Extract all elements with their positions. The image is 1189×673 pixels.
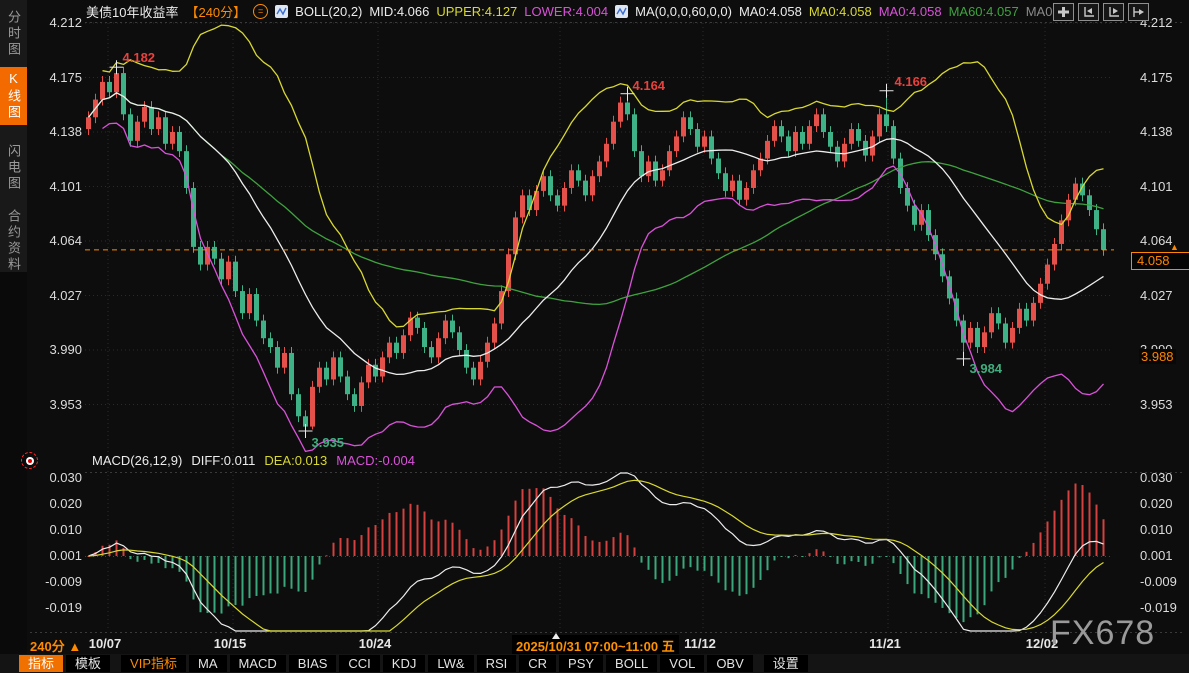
price-tick-right: 4.175	[1140, 70, 1189, 86]
time-tick: 11/21	[869, 636, 901, 651]
toolbar-button-boll[interactable]: BOLL	[606, 655, 657, 672]
toolbar-button-cci[interactable]: CCI	[339, 655, 379, 672]
boll-lower-value: LOWER:4.004	[524, 4, 608, 19]
price-tick-left: 3.953	[32, 397, 82, 413]
ma0-magenta-value: MA0:4.058	[879, 4, 942, 19]
page-title: 美债10年收益率	[86, 2, 178, 21]
price-tick-left: 4.064	[32, 233, 82, 249]
ma0-white-value: MA0:4.058	[739, 4, 802, 19]
toolbar-button-obv[interactable]: OBV	[707, 655, 752, 672]
sidebar-tab-contract-info[interactable]: 合约资料	[0, 203, 27, 279]
price-tick-right: 4.138	[1140, 124, 1189, 140]
time-tick: 10/24	[359, 636, 392, 651]
time-tick: 10/07	[89, 636, 122, 651]
toolbar-button-ma[interactable]: MA	[189, 655, 227, 672]
current-price-arrow-icon: ▲	[1170, 242, 1179, 252]
macd-tick-right: 0.001	[1140, 548, 1189, 564]
macd-params-label: MACD(26,12,9)	[92, 453, 182, 468]
macd-tick-left: 0.010	[32, 522, 82, 538]
time-axis: 240分 ▲ 2025/10/31 07:00~11:00 五 10/07 10/…	[0, 633, 1189, 654]
selected-bar-marker-icon	[552, 633, 560, 639]
price-annotation-high: 4.164	[633, 78, 666, 93]
price-tick-right: 3.953	[1140, 397, 1189, 413]
secondary-price-label: 3.988	[1139, 349, 1176, 364]
macd-tick-left: -0.019	[32, 600, 82, 616]
toolbar-button-templates[interactable]: 模板	[66, 655, 110, 672]
compress-left-icon[interactable]	[1078, 3, 1099, 21]
price-tick-right: 4.064	[1140, 233, 1189, 249]
chart-app: 分时图 K线图闪电图合约资料 美债10年收益率 【240分】 = BOLL(20,…	[0, 0, 1189, 673]
toolbar-button-kdj[interactable]: KDJ	[383, 655, 426, 672]
chart-nav-icons	[1053, 3, 1149, 21]
pan-right-icon[interactable]	[1128, 3, 1149, 21]
watermark: FX678	[1050, 614, 1155, 653]
price-annotation-high: 4.182	[123, 50, 156, 65]
toolbar-button-bias[interactable]: BIAS	[289, 655, 337, 672]
price-tick-right: 4.027	[1140, 288, 1189, 304]
sidebar-tab-lightning-chart[interactable]: 闪电图	[0, 139, 27, 197]
toolbar-button-vip-indicators[interactable]: VIP指标	[121, 655, 186, 672]
macd-tick-left: 0.030	[32, 470, 82, 486]
sidebar: 分时图 K线图闪电图合约资料	[0, 0, 27, 654]
ma-params-label: MA(0,0,0,60,0,0)	[635, 4, 732, 19]
macd-tick-right: 0.010	[1140, 522, 1189, 538]
price-tick-left: 3.990	[32, 342, 82, 358]
macd-tick-left: 0.020	[32, 496, 82, 512]
price-tick-left: 4.138	[32, 124, 82, 140]
sidebar-tab-time-chart[interactable]: 分时图	[0, 5, 27, 63]
price-tick-left: 4.027	[32, 288, 82, 304]
sidebar-tab-k-line-chart[interactable]: K线图	[0, 67, 27, 125]
chart-canvas[interactable]	[0, 0, 1189, 673]
ma0-yellow-value: MA0:4.058	[809, 4, 872, 19]
chart-header: 美债10年收益率 【240分】 = BOLL(20,2) MID:4.066 U…	[86, 2, 1056, 20]
time-tick: 10/15	[214, 636, 247, 651]
price-tick-right: 4.101	[1140, 179, 1189, 195]
indicator-toolbar: 指标模板 VIP指标MAMACDBIASCCIKDJLW&RSICRPSYBOLL…	[0, 654, 1189, 673]
macd-macd-value: MACD:-0.004	[336, 453, 415, 468]
price-tick-left: 4.175	[32, 70, 82, 86]
crosshair-icon[interactable]	[1053, 3, 1074, 21]
boll-label: BOLL(20,2)	[295, 4, 362, 19]
period-label[interactable]: 【240分】	[185, 2, 246, 21]
toolbar-button-vol[interactable]: VOL	[660, 655, 704, 672]
time-axis-period-label[interactable]: 240分 ▲	[30, 636, 81, 655]
compress-right-icon[interactable]	[1103, 3, 1124, 21]
macd-diff-value: DIFF:0.011	[191, 453, 255, 468]
toolbar-button-psy[interactable]: PSY	[559, 655, 603, 672]
price-annotation-low: 3.935	[312, 435, 345, 450]
toolbar-button-lwr[interactable]: LW&	[428, 655, 473, 672]
macd-tick-right: 0.020	[1140, 496, 1189, 512]
macd-dea-value: DEA:0.013	[264, 453, 327, 468]
price-tick-left: 4.101	[32, 179, 82, 195]
boll-mid-value: MID:4.066	[369, 4, 429, 19]
price-annotation-low: 3.984	[970, 361, 1003, 376]
toolbar-button-macd[interactable]: MACD	[230, 655, 286, 672]
time-tick: 11/12	[684, 636, 716, 651]
macd-tick-left: 0.001	[32, 548, 82, 564]
price-annotation-high: 4.166	[895, 74, 928, 89]
macd-tick-left: -0.009	[32, 574, 82, 590]
toolbar-button-settings[interactable]: 设置	[764, 655, 808, 672]
ma0-gray-value: MA0:	[1026, 4, 1056, 19]
price-tick-left: 4.212	[32, 15, 82, 31]
toolbar-button-cr[interactable]: CR	[519, 655, 556, 672]
indicator-alert-icon[interactable]	[21, 452, 38, 469]
selected-bar-datetime: 2025/10/31 07:00~11:00 五	[512, 635, 679, 656]
ma-indicator-icon	[615, 5, 628, 18]
macd-tick-right: -0.009	[1140, 574, 1189, 590]
boll-indicator-icon	[275, 5, 288, 18]
ma60-green-value: MA60:4.057	[949, 4, 1019, 19]
period-up-arrow-icon: ▲	[68, 639, 81, 654]
boll-upper-value: UPPER:4.127	[436, 4, 517, 19]
toolbar-button-rsi[interactable]: RSI	[477, 655, 517, 672]
current-price-badge: 4.058	[1131, 252, 1189, 270]
period-menu-icon[interactable]: =	[253, 4, 268, 19]
toolbar-button-indicators[interactable]: 指标	[19, 655, 63, 672]
macd-header: MACD(26,12,9) DIFF:0.011 DEA:0.013 MACD:…	[92, 453, 415, 468]
macd-tick-right: 0.030	[1140, 470, 1189, 486]
